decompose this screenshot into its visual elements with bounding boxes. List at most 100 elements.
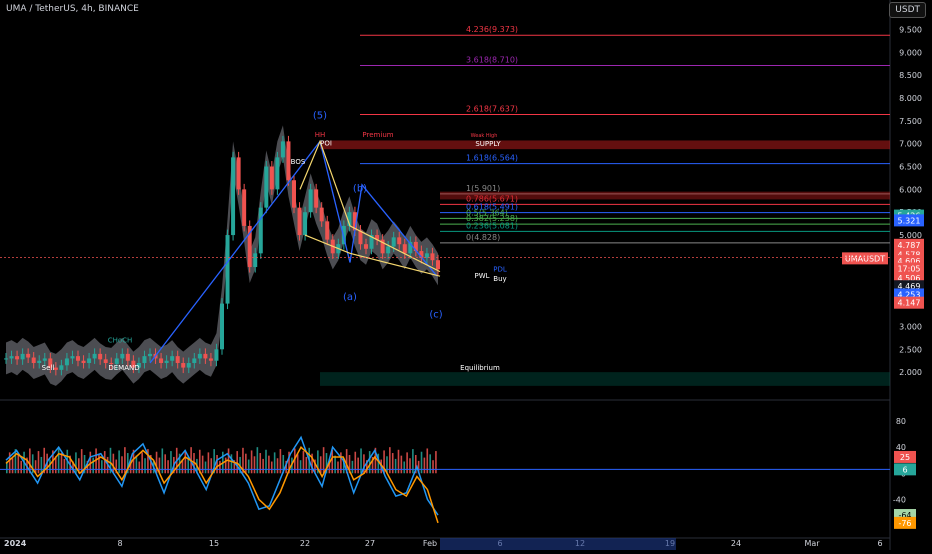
supply-zone xyxy=(320,140,890,150)
annotation: DEMAND xyxy=(108,364,139,372)
candle-body xyxy=(164,360,169,364)
x-tick-label: 15 xyxy=(209,539,219,548)
osc-bar xyxy=(167,460,169,474)
candle-body xyxy=(319,207,324,222)
osc-bar xyxy=(210,458,213,474)
osc-bar xyxy=(204,461,207,474)
candle-body xyxy=(26,353,31,358)
chart-root[interactable]: 9.500 9.000 8.500 8.000 7.500 7.000 6.500 6.000… xyxy=(0,0,932,550)
candle-body xyxy=(81,360,86,364)
annotation: Sell xyxy=(42,364,55,372)
candle-body xyxy=(20,353,25,360)
wave-label: (5) xyxy=(313,111,327,122)
candle-body xyxy=(297,207,302,236)
osc-bar xyxy=(144,458,146,474)
osc-tick-label: 80 xyxy=(896,417,906,426)
osc-bar xyxy=(17,454,20,474)
osc-bar xyxy=(164,454,166,474)
wave-label: (b) xyxy=(353,184,367,195)
candle-body xyxy=(9,356,14,359)
candle-body xyxy=(264,166,269,208)
osc-bar xyxy=(270,461,273,474)
osc-bar xyxy=(337,461,339,474)
y-tick-label: 9.000 xyxy=(899,48,922,57)
annotation: CHoCH xyxy=(108,336,133,344)
fib-label: 3.618(8.710) xyxy=(466,56,518,65)
x-tick-label: 24 xyxy=(731,539,741,548)
candle-body xyxy=(391,237,396,247)
osc-bar xyxy=(357,457,359,474)
osc-bar xyxy=(219,460,221,474)
currency-button[interactable]: USDT xyxy=(889,2,926,18)
osc-bar xyxy=(155,451,158,474)
candle-body xyxy=(76,356,80,361)
osc-bar xyxy=(400,455,403,474)
osc-bar xyxy=(121,456,123,474)
osc-bar xyxy=(420,451,423,474)
price-chart[interactable]: 9.500 9.000 8.500 8.000 7.500 7.000 6.500 6.000… xyxy=(0,0,932,550)
wave-label: (a) xyxy=(343,292,357,303)
y-tick-label: 3.000 xyxy=(899,322,922,331)
candle-body xyxy=(37,360,42,364)
y-tick-label: 9.500 xyxy=(899,25,922,34)
y-tick-label: 8.500 xyxy=(899,71,922,80)
y-tick-label: 2.500 xyxy=(899,345,922,354)
candle-body xyxy=(386,246,391,254)
osc-bar xyxy=(60,453,63,474)
candle-body xyxy=(269,166,274,190)
osc-bar xyxy=(63,458,66,474)
annotation: BOS xyxy=(291,158,306,166)
osc-bar xyxy=(101,460,103,474)
fib-label: 1.618(6.564) xyxy=(466,154,518,163)
demand-zone xyxy=(320,372,890,386)
x-tick-label: 6 xyxy=(877,539,882,548)
candle-body xyxy=(103,359,108,364)
candle-body xyxy=(258,207,263,254)
candle-body xyxy=(15,356,20,360)
candle-body xyxy=(170,356,175,361)
candle-body xyxy=(192,358,197,364)
osc-bar xyxy=(368,451,371,474)
osc-bar xyxy=(262,458,264,474)
fib-label: 4.236(9.373) xyxy=(466,25,518,34)
osc-bar xyxy=(302,451,305,474)
osc-bar xyxy=(296,454,299,474)
y-tick-label: 5.000 xyxy=(899,231,922,240)
osc-bar xyxy=(305,456,308,474)
osc-bar xyxy=(92,457,94,474)
osc-bar xyxy=(351,460,354,474)
candle-body xyxy=(181,363,186,368)
osc-bar xyxy=(245,453,247,474)
annotation: HH xyxy=(315,131,326,139)
osc-bar xyxy=(394,458,397,474)
candle-body xyxy=(92,353,97,359)
osc-bar xyxy=(423,457,426,474)
osc-bar xyxy=(247,459,250,474)
osc-bar xyxy=(11,458,14,474)
candle-body xyxy=(364,244,368,249)
osc-bar xyxy=(409,458,411,474)
fib-label: 2.618(7.637) xyxy=(466,105,518,114)
candle-body xyxy=(120,353,125,359)
y-tick-label: 8.000 xyxy=(899,94,922,103)
osc-bar xyxy=(253,456,256,474)
annotation: POI xyxy=(320,139,332,147)
y-tick-label: 6.500 xyxy=(899,163,922,172)
price-label: 4.147 xyxy=(898,299,921,308)
annotation: Equilibrium xyxy=(460,364,500,372)
candle-body xyxy=(242,189,247,226)
candle-body xyxy=(208,358,213,361)
candle-body xyxy=(214,349,219,361)
candle-body xyxy=(175,356,180,364)
candle-body xyxy=(397,237,402,245)
osc-bar xyxy=(319,456,322,474)
x-tick-label: Feb xyxy=(423,539,437,548)
candle-body xyxy=(231,157,236,236)
candle-body xyxy=(64,358,69,366)
candle-body xyxy=(159,358,164,364)
osc-bar xyxy=(216,454,218,474)
candle-body xyxy=(436,260,440,270)
candle-body xyxy=(402,244,407,254)
candle-body xyxy=(236,157,241,190)
candle-body xyxy=(98,353,103,360)
